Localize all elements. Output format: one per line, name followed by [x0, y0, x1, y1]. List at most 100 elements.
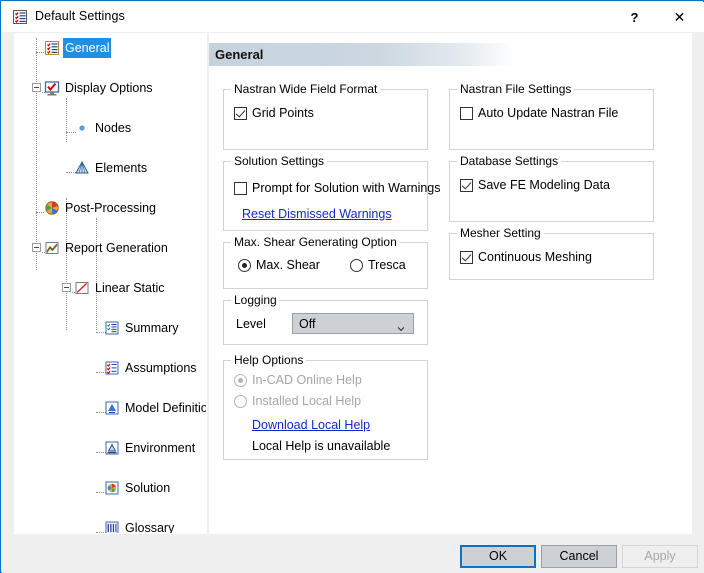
chevron-down-icon[interactable]	[397, 322, 405, 331]
radio-label: In-CAD Online Help	[252, 373, 362, 387]
tree-item-label: Report Generation	[65, 241, 168, 255]
download-local-help-link[interactable]: Download Local Help	[252, 418, 370, 432]
radio-button-icon[interactable]	[234, 373, 247, 387]
tree-item-label: Nodes	[95, 121, 132, 135]
general-settings-panel: General Nastran Wide Field Format Grid P…	[209, 33, 692, 534]
group-legend: Solution Settings	[231, 154, 328, 168]
tree-item-model-definition[interactable]: Model Definition	[15, 398, 206, 418]
tree-item-label: General	[63, 38, 112, 58]
checkbox-label: Continuous Meshing	[478, 250, 592, 264]
reset-dismissed-warnings-link[interactable]: Reset Dismissed Warnings	[242, 207, 392, 221]
checkbox-save-fe-modeling-data[interactable]: Save FE Modeling Data	[460, 178, 610, 192]
tree-item-glossary[interactable]: Glossary	[15, 518, 206, 534]
tree-line	[96, 218, 97, 330]
radio-in-cad-online-help[interactable]: In-CAD Online Help	[234, 373, 362, 387]
glossary-icon	[104, 520, 120, 533]
checkbox-auto-update-nastran-file[interactable]: Auto Update Nastran File	[460, 106, 618, 120]
tree-item-label: Display Options	[65, 81, 153, 95]
tree-item-general[interactable]: General	[15, 38, 206, 58]
radio-label: Tresca	[368, 258, 406, 272]
checkbox-label: Save FE Modeling Data	[478, 178, 611, 192]
checkbox-box-icon[interactable]	[234, 106, 247, 120]
checkbox-prompt-for-solution-with-warnings[interactable]: Prompt for Solution with Warnings	[234, 181, 441, 195]
radio-max-shear[interactable]: Max. Shear	[238, 258, 320, 272]
tree-line	[36, 52, 44, 53]
group-database-settings: Database Settings Save FE Modeling Data	[449, 154, 654, 222]
tree-expander-collapse-icon[interactable]	[32, 83, 41, 92]
tree-item-summary[interactable]: Summary	[15, 318, 206, 338]
assumptions-icon	[104, 360, 120, 376]
tree-expander-collapse-icon[interactable]	[32, 243, 41, 252]
tree-item-nodes[interactable]: Nodes	[15, 118, 206, 138]
display-check-icon	[44, 80, 60, 96]
checkbox-box-icon[interactable]	[234, 181, 247, 195]
group-legend: Mesher Setting	[457, 226, 544, 240]
group-nastran-file-settings: Nastran File Settings Auto Update Nastra…	[449, 82, 654, 150]
local-help-status-text: Local Help is unavailable	[252, 439, 391, 453]
group-legend: Help Options	[231, 353, 307, 367]
radio-button-icon[interactable]	[238, 258, 251, 272]
group-legend: Logging	[231, 293, 280, 307]
dialog-footer: OK Cancel Apply	[2, 537, 704, 573]
radio-tresca[interactable]: Tresca	[350, 258, 406, 272]
checkbox-label: Auto Update Nastran File	[478, 106, 619, 120]
tree-line	[36, 212, 44, 213]
panel-header: General	[209, 43, 514, 66]
tree-item-linear-static[interactable]: Linear Static	[15, 278, 206, 298]
tree-item-label: Linear Static	[95, 281, 165, 295]
tree-item-display-options[interactable]: Display Options	[15, 78, 206, 98]
settings-tree-panel[interactable]: General Display Options Nodes Elements P…	[14, 33, 207, 534]
radio-label: Max. Shear	[256, 258, 320, 272]
radio-button-icon[interactable]	[350, 258, 363, 272]
close-icon[interactable]: ✕	[657, 3, 702, 32]
group-max-shear-generating-option: Max. Shear Generating Option Max. Shear …	[223, 235, 428, 289]
checkbox-box-icon[interactable]	[460, 106, 473, 120]
node-dot-icon	[74, 120, 90, 136]
checkbox-box-icon[interactable]	[460, 178, 473, 192]
solution-icon	[104, 480, 120, 496]
radio-installed-local-help[interactable]: Installed Local Help	[234, 394, 361, 408]
model-definition-icon	[104, 400, 120, 416]
help-button[interactable]: ?	[612, 3, 657, 32]
group-nastran-wide-field-format: Nastran Wide Field Format Grid Points	[223, 82, 428, 150]
settings-tree: General Display Options Nodes Elements P…	[15, 34, 206, 533]
tree-expander-collapse-icon[interactable]	[62, 283, 71, 292]
report-chart-icon	[44, 240, 60, 256]
checkbox-grid-points[interactable]: Grid Points	[234, 106, 314, 120]
tree-item-label: Solution	[125, 481, 171, 495]
linear-static-icon	[74, 280, 90, 296]
title-bar: Default Settings ? ✕	[2, 2, 704, 32]
tree-item-solution[interactable]: Solution	[15, 478, 206, 498]
checkbox-box-icon[interactable]	[460, 250, 473, 264]
settings-list-icon	[44, 40, 60, 56]
apply-button: Apply	[622, 545, 698, 568]
group-mesher-setting: Mesher Setting Continuous Meshing	[449, 226, 654, 280]
tree-item-assumptions[interactable]: Assumptions	[15, 358, 206, 378]
tree-item-label: Environment	[125, 441, 196, 455]
logging-level-select[interactable]: Off	[292, 313, 414, 334]
tree-line	[36, 38, 37, 270]
tree-item-label: Summary	[125, 321, 179, 335]
settings-list-icon	[12, 9, 28, 25]
ok-button[interactable]: OK	[460, 545, 536, 568]
radio-label: Installed Local Help	[252, 394, 362, 408]
cancel-button[interactable]: Cancel	[541, 545, 617, 568]
tree-item-label: Model Definition	[125, 401, 207, 415]
checkbox-continuous-meshing[interactable]: Continuous Meshing	[460, 250, 592, 264]
page-title: General	[215, 47, 264, 62]
tree-item-post-processing[interactable]: Post-Processing	[15, 198, 206, 218]
tree-item-report-generation[interactable]: Report Generation	[15, 238, 206, 258]
group-legend: Max. Shear Generating Option	[231, 235, 400, 249]
logging-level-value: Off	[299, 316, 316, 331]
post-processing-icon	[44, 200, 60, 216]
group-legend: Database Settings	[457, 154, 562, 168]
radio-button-icon[interactable]	[234, 394, 247, 408]
summary-icon	[104, 320, 120, 336]
logging-level-label: Level	[236, 317, 266, 331]
tree-item-label: Glossary	[125, 521, 175, 534]
environment-icon	[104, 440, 120, 456]
element-cone-icon	[74, 160, 90, 176]
tree-item-environment[interactable]: Environment	[15, 438, 206, 458]
tree-item-elements[interactable]: Elements	[15, 158, 206, 178]
group-help-options: Help Options In-CAD Online Help Installe…	[223, 353, 428, 460]
